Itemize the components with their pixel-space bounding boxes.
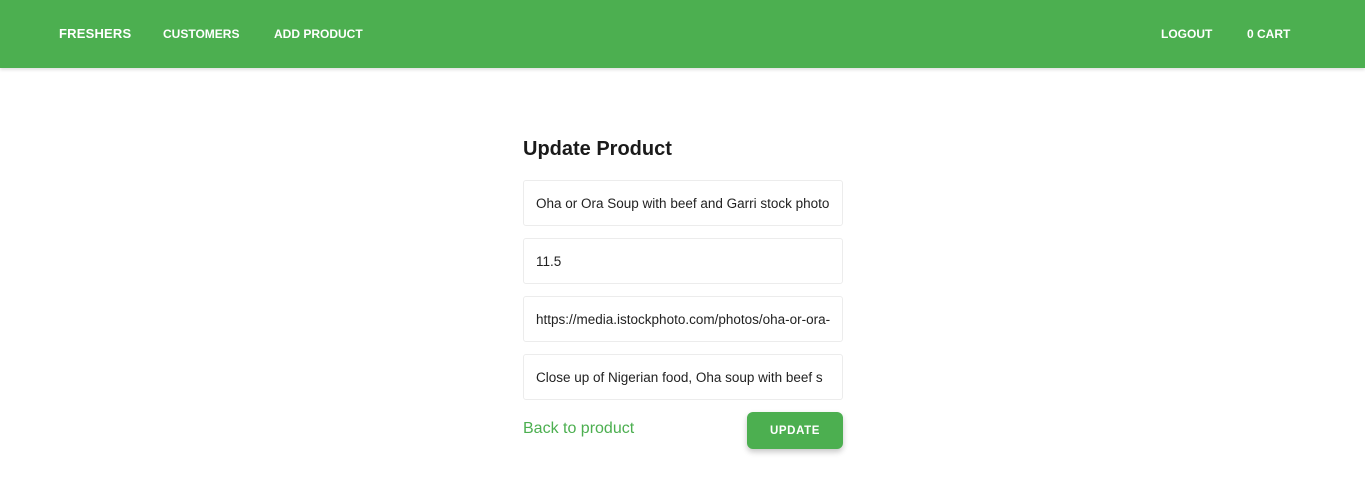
nav-link-cart[interactable]: 0 CART — [1247, 0, 1290, 68]
product-name-input[interactable] — [523, 180, 843, 226]
product-price-input[interactable] — [523, 238, 843, 284]
product-description-input[interactable] — [523, 354, 843, 400]
top-navbar: FRESHERS CUSTOMERS ADD PRODUCT LOGOUT 0 … — [0, 0, 1365, 68]
page-title: Update Product — [523, 138, 672, 160]
nav-link-customers[interactable]: CUSTOMERS — [163, 0, 239, 68]
nav-link-add-product[interactable]: ADD PRODUCT — [274, 0, 363, 68]
brand-logo[interactable]: FRESHERS — [59, 0, 131, 68]
update-button[interactable]: UPDATE — [747, 412, 843, 449]
back-to-product-link[interactable]: Back to product — [523, 420, 634, 438]
product-image-url-input[interactable] — [523, 296, 843, 342]
nav-link-logout[interactable]: LOGOUT — [1161, 0, 1212, 68]
